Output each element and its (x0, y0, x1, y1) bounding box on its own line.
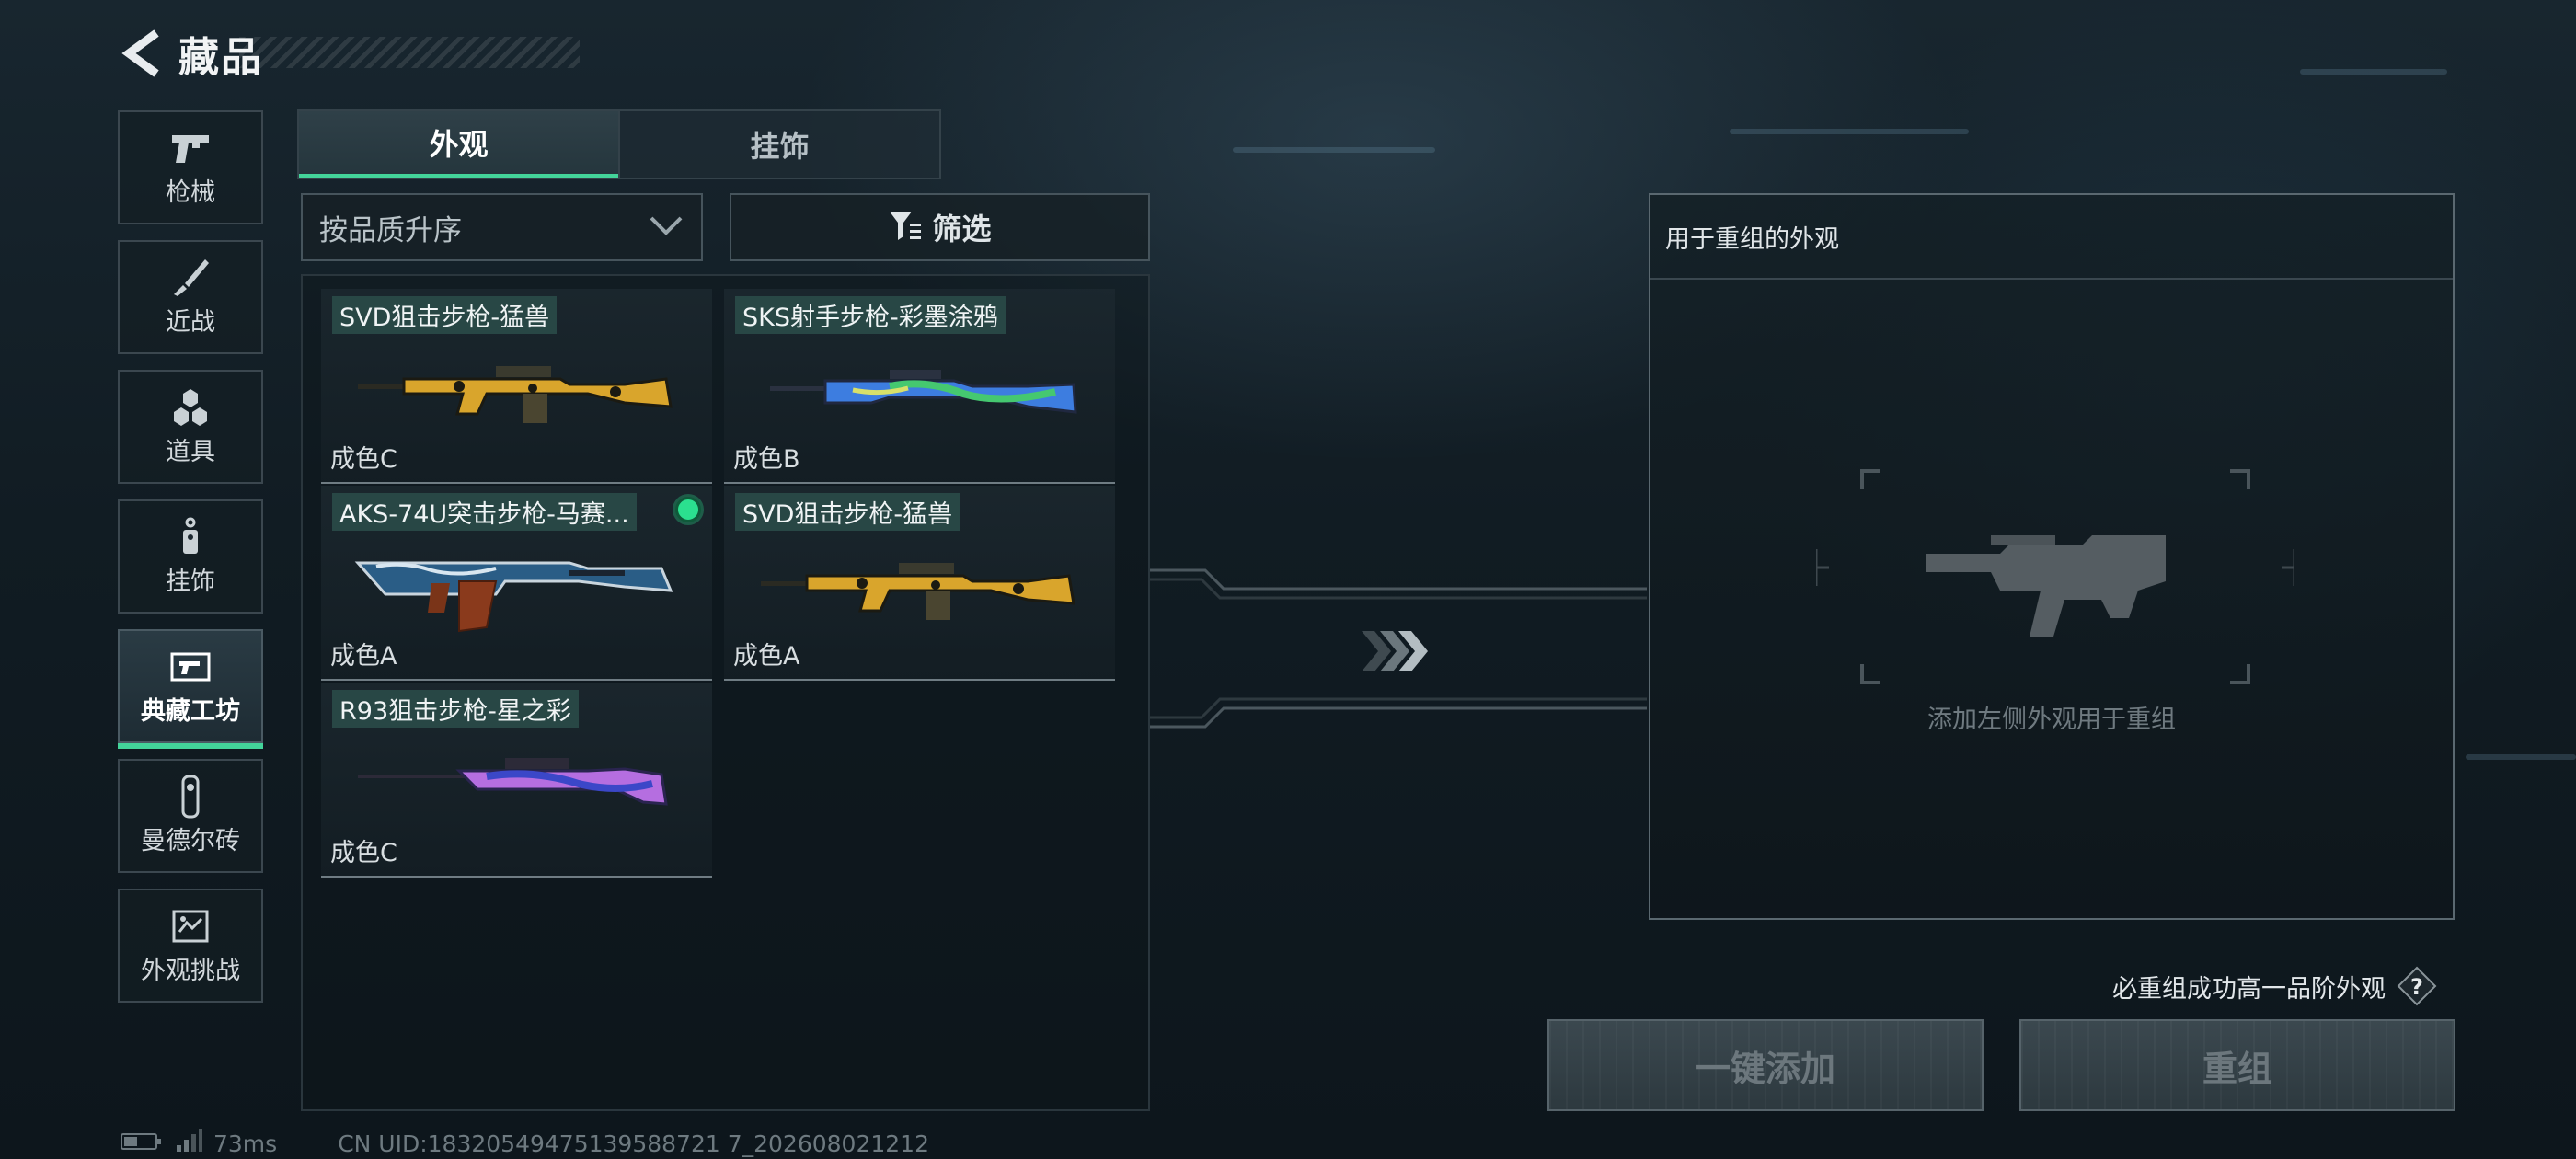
help-icon[interactable]: ? (2397, 966, 2437, 1006)
skin-grade: 成色A (330, 642, 397, 671)
empty-slot-hint: 添加左侧外观用于重组 (1927, 706, 2176, 734)
tab-appearance[interactable]: 外观 (299, 111, 618, 178)
pistol-icon (167, 128, 213, 168)
guarantee-text: 必重组成功高一品阶外观 (2112, 974, 2386, 1004)
sidebar-item-melee[interactable]: 近战 (118, 240, 263, 354)
sidebar-item-label: 近战 (166, 307, 215, 337)
recombine-panel: 用于重组的外观 添加左侧外观用于重组 (1649, 193, 2455, 920)
empty-slot-rifle-icon[interactable] (1816, 462, 2294, 692)
sidebar-item-gear[interactable]: 道具 (118, 370, 263, 484)
background-streak (1730, 129, 1969, 134)
filter-icon (888, 209, 923, 246)
sort-value: 按品质升序 (319, 213, 462, 247)
skin-grade: 成色A (733, 642, 800, 671)
workshop-icon (167, 647, 213, 687)
filter-button[interactable]: 筛选 (730, 193, 1150, 261)
sidebar-item-firearms[interactable]: 枪械 (118, 110, 263, 224)
sidebar-item-mandel-brick[interactable]: 曼德尔砖 (118, 759, 263, 873)
arrow-right-icon (1362, 631, 1428, 671)
skin-name: SVD狙击步枪-猛兽 (735, 493, 960, 531)
auto-add-label: 一键添加 (1695, 1048, 1835, 1089)
sidebar-item-label: 典藏工坊 (141, 696, 240, 726)
sidebar: 枪械 近战 道具 挂饰 典藏工坊 曼德尔砖 外观挑战 (118, 110, 265, 1018)
filter-label: 筛选 (932, 212, 992, 247)
sidebar-item-skin-challenge[interactable]: 外观挑战 (118, 889, 263, 1003)
skin-list: SVD狙击步枪-猛兽 成色C SKS射手步枪-彩墨涂鸦 成色B AKS-74U突… (301, 274, 1150, 1111)
back-arrow-icon[interactable] (120, 26, 166, 81)
sidebar-item-charms[interactable]: 挂饰 (118, 499, 263, 614)
sniper-rifle-image (358, 758, 668, 806)
guarantee-note: 必重组成功高一品阶外观 ? (2112, 966, 2437, 1006)
skin-grade: 成色C (330, 445, 397, 474)
sidebar-item-label: 挂饰 (166, 567, 215, 596)
skin-card[interactable]: SVD狙击步枪-猛兽 成色A (724, 486, 1115, 681)
skin-name: SVD狙击步枪-猛兽 (332, 296, 558, 334)
ping-text: 73ms (213, 1130, 278, 1157)
recombine-button[interactable]: 重组 (2019, 1019, 2455, 1111)
title-decoration (239, 37, 580, 68)
skin-card[interactable]: AKS-74U突击步枪-马赛... 成色A (321, 486, 712, 681)
skin-name: AKS-74U突击步枪-马赛... (332, 493, 637, 531)
sort-dropdown[interactable]: 按品质升序 (301, 193, 703, 261)
sidebar-item-label: 外观挑战 (141, 956, 240, 985)
recombine-panel-header: 用于重组的外观 (1650, 195, 2453, 280)
skin-name: SKS射手步枪-彩墨涂鸦 (735, 296, 1006, 334)
equipped-indicator-icon (675, 497, 701, 522)
skin-card[interactable]: SVD狙击步枪-猛兽 成色C (321, 289, 712, 484)
page-header: 藏品 (120, 26, 263, 81)
background-streak (1233, 147, 1435, 153)
connector-graphic (1150, 568, 1647, 729)
chevron-down-icon (648, 214, 684, 240)
page-title: 藏品 (178, 34, 263, 81)
sidebar-item-label: 道具 (166, 437, 215, 466)
skin-card[interactable]: R93狙击步枪-星之彩 成色C (321, 683, 712, 878)
tab-charms[interactable]: 挂饰 (618, 111, 939, 178)
skin-name: R93狙击步枪-星之彩 (332, 690, 579, 728)
battery-icon (120, 1130, 164, 1157)
status-bar: 73ms CN UID:18320549475139588721 7_20260… (120, 1129, 929, 1158)
category-tabs: 外观 挂饰 (297, 109, 941, 179)
grenades-icon (167, 387, 213, 428)
recombine-label: 重组 (2202, 1048, 2272, 1089)
marksman-rifle-image (770, 370, 1077, 414)
background-streak (2466, 754, 2576, 760)
skin-grade: 成色C (330, 839, 397, 867)
skin-card[interactable]: SKS射手步枪-彩墨涂鸦 成色B (724, 289, 1115, 484)
sniper-rifle-image (358, 366, 673, 423)
assault-rifle-image (354, 561, 673, 633)
challenge-icon (167, 906, 213, 947)
charm-icon (167, 517, 213, 557)
skin-grade: 成色B (733, 445, 800, 474)
signal-icon (175, 1129, 202, 1158)
sidebar-item-label: 枪械 (166, 178, 215, 207)
background-streak (2300, 69, 2447, 75)
sidebar-item-label: 曼德尔砖 (141, 826, 240, 855)
knife-icon (167, 258, 213, 298)
auto-add-button[interactable]: 一键添加 (1547, 1019, 1984, 1111)
svg-text:?: ? (2410, 974, 2423, 1000)
uid-text: CN UID:18320549475139588721 7_2026080212… (338, 1130, 929, 1157)
sidebar-item-workshop[interactable]: 典藏工坊 (118, 629, 263, 749)
mandel-brick-icon (167, 775, 213, 818)
sniper-rifle-image (761, 563, 1075, 620)
